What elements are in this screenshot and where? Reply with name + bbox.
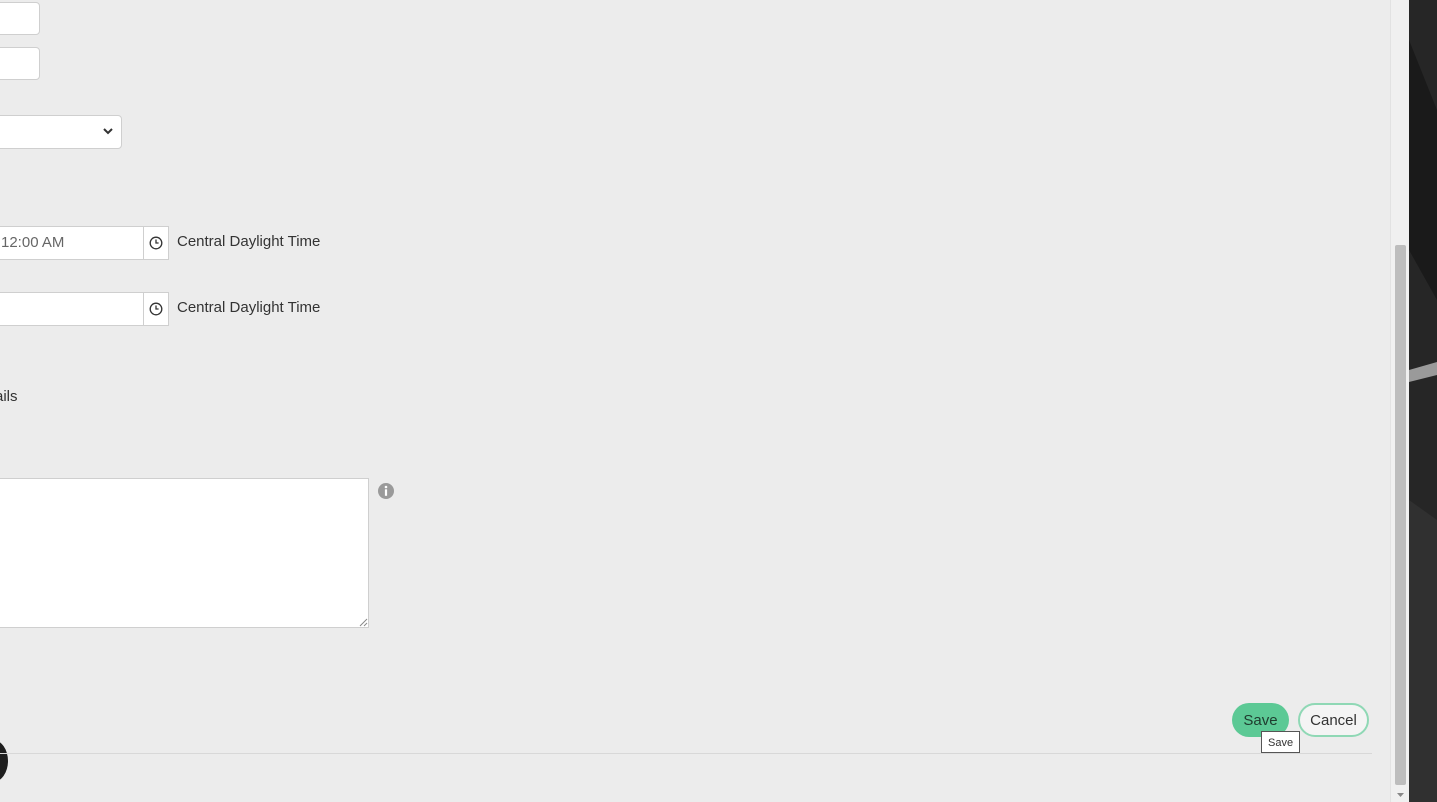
save-tooltip: Save [1261,731,1301,753]
floating-action-button[interactable] [0,740,8,782]
end-time-input[interactable] [0,292,144,326]
dropdown-select[interactable] [0,115,122,149]
chevron-down-icon [103,128,113,135]
background-image [1409,0,1437,802]
description-textarea[interactable] [0,478,369,628]
info-icon[interactable] [377,482,395,500]
clock-icon [149,236,163,250]
end-time-picker-button[interactable] [143,292,169,326]
text-field-2[interactable] [0,47,40,80]
background-window [1409,0,1437,802]
resize-grip-icon[interactable] [358,617,368,627]
section-label: ails [0,388,18,405]
start-time-picker-button[interactable] [143,226,169,260]
clock-icon [149,302,163,316]
end-timezone-label: Central Daylight Time [177,299,321,316]
scrollbar-thumb[interactable] [1395,245,1406,785]
scroll-down-arrow-icon[interactable] [1395,790,1406,800]
footer-divider [0,753,1372,754]
start-time-input[interactable]: 12:00 AM [0,226,144,260]
text-field-1[interactable] [0,2,40,35]
start-timezone-label: Central Daylight Time [177,233,321,250]
form-panel: 12:00 AM Central Daylight Time Central D… [0,0,1388,802]
vertical-scrollbar[interactable] [1390,0,1410,802]
cancel-button[interactable]: Cancel [1298,703,1369,737]
